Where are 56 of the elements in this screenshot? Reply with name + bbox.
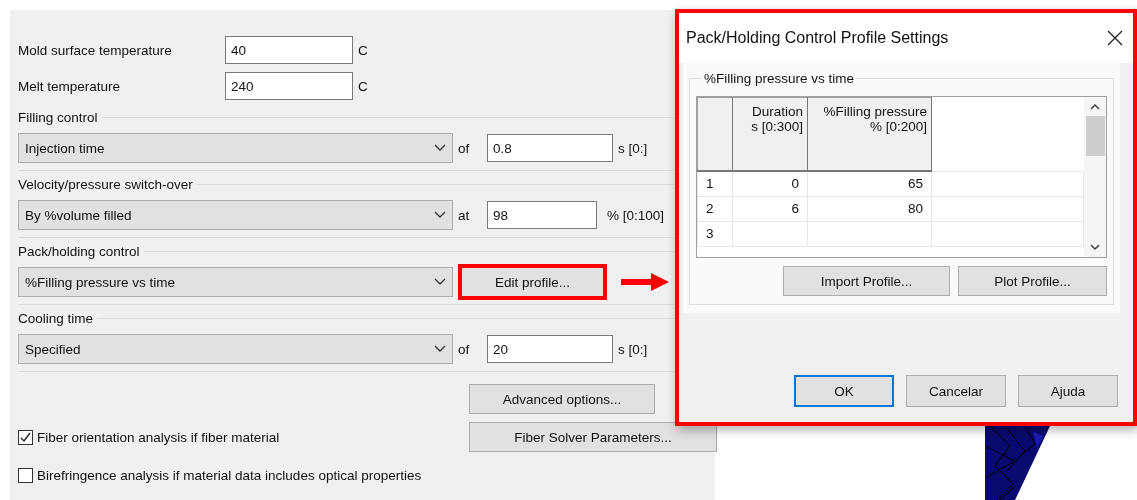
value-field[interactable]: 0.8 <box>487 134 613 162</box>
scrollbar-thumb[interactable] <box>1085 116 1105 156</box>
field-label: Mold surface temperature <box>18 42 173 58</box>
dropdown[interactable]: Specified <box>18 334 453 364</box>
dropdown[interactable]: %Filling pressure vs time <box>18 267 453 297</box>
chevron-down-icon <box>434 278 446 286</box>
column-header: %Filling pressure % [0:200] <box>807 97 932 171</box>
dropdown[interactable]: Injection time <box>18 133 453 163</box>
profile-button[interactable]: Plot Profile... <box>958 266 1107 296</box>
edit-profile-button[interactable]: Edit profile... <box>458 264 607 300</box>
connector-label: at <box>457 207 471 223</box>
unit-label: C <box>358 78 368 94</box>
group-title: Velocity/pressure switch-over <box>18 176 193 192</box>
table-cell[interactable]: 0 <box>732 171 808 196</box>
unit-label: % [0:100] <box>607 207 665 223</box>
group-title: Pack/holding control <box>18 243 140 259</box>
unit-label: s [0:] <box>618 140 648 156</box>
scroll-up-icon[interactable] <box>1090 103 1100 110</box>
dropdown[interactable]: By %volume filled <box>18 200 453 230</box>
unit-label: s [0:] <box>618 341 648 357</box>
group-title: %Filling pressure vs time <box>703 71 856 86</box>
group-title: Filling control <box>18 109 98 125</box>
dialog-title: Pack/Holding Control Profile Settings <box>686 29 949 47</box>
chevron-down-icon <box>434 345 446 353</box>
value-field[interactable]: 98 <box>487 201 597 229</box>
scroll-down-icon[interactable] <box>1090 244 1100 251</box>
chevron-down-icon <box>434 211 446 219</box>
table-cell[interactable] <box>807 221 932 246</box>
dialog-button[interactable]: Cancelar <box>906 375 1006 407</box>
column-header: Duration s [0:300] <box>732 97 808 171</box>
annotation-arrow <box>621 273 669 291</box>
table-cell[interactable] <box>732 221 808 246</box>
value-field[interactable]: 40 <box>225 36 353 64</box>
dialog-button[interactable]: OK <box>794 375 894 407</box>
value-field[interactable]: 240 <box>225 72 353 100</box>
dialog-button[interactable]: Ajuda <box>1018 375 1118 407</box>
table-cell[interactable]: 6 <box>732 196 808 221</box>
checkbox[interactable]: Fiber orientation analysis if fiber material <box>18 429 469 445</box>
row-number: 3 <box>697 221 733 246</box>
connector-label: of <box>457 341 471 357</box>
chevron-down-icon <box>434 144 446 152</box>
unit-label: C <box>358 42 368 58</box>
fiber-solver-button[interactable]: Fiber Solver Parameters... <box>469 422 717 452</box>
table-cell[interactable]: 80 <box>807 196 932 221</box>
check-icon <box>19 430 32 444</box>
connector-label: of <box>457 140 471 156</box>
row-number: 2 <box>697 196 733 221</box>
group-title: Cooling time <box>18 310 94 326</box>
profile-button[interactable]: Import Profile... <box>783 266 950 296</box>
table-cell[interactable]: 65 <box>807 171 932 196</box>
close-icon[interactable] <box>1107 30 1123 46</box>
value-field[interactable]: 20 <box>487 335 613 363</box>
advanced-options-button[interactable]: Advanced options... <box>469 384 655 414</box>
field-label: Melt temperature <box>18 78 122 94</box>
checkbox[interactable]: Birefringence analysis if material data includes optical properties <box>18 467 469 483</box>
row-number: 1 <box>697 171 733 196</box>
